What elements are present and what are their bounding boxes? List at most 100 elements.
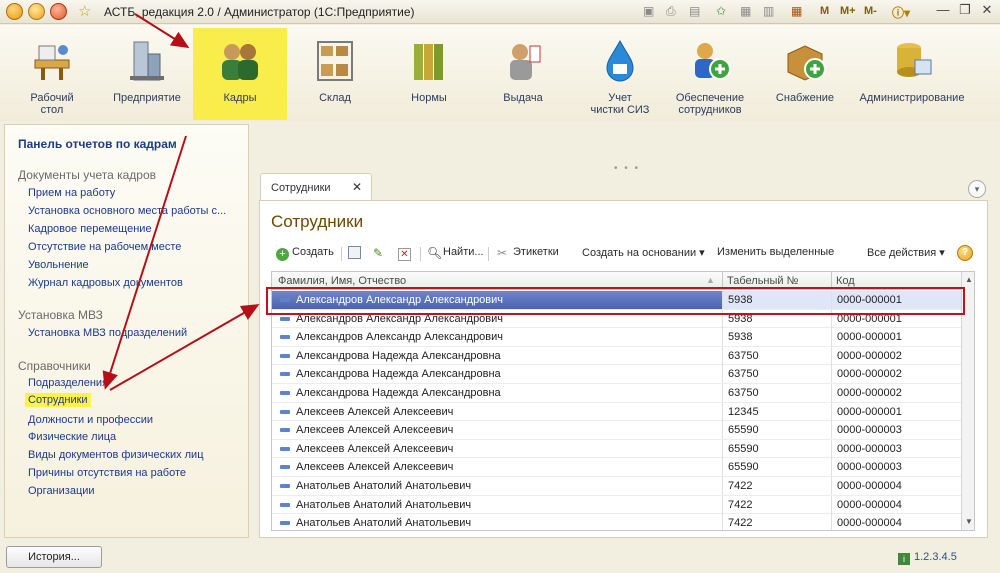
memory-m-button[interactable]: M bbox=[820, 5, 829, 17]
all-actions-button[interactable]: Все действия ▾ bbox=[867, 246, 945, 259]
link-hr-journal[interactable]: Журнал кадровых документов bbox=[28, 277, 183, 289]
link-positions[interactable]: Должности и профессии bbox=[28, 414, 153, 426]
calendar-icon[interactable]: ▦ bbox=[791, 4, 802, 18]
labels-button[interactable]: ✂ Этикетки bbox=[497, 246, 559, 260]
supply-staff-icon bbox=[695, 43, 731, 80]
link-dismissal[interactable]: Увольнение bbox=[28, 259, 89, 271]
section-enterprise[interactable]: Предприятие bbox=[108, 28, 186, 120]
link-absence[interactable]: Отсутствие на рабочем месте bbox=[28, 241, 181, 253]
cell-name: Александрова Надежда Александровна bbox=[296, 387, 501, 399]
table-row[interactable]: Александров Александр Александрович 5938 0… bbox=[272, 328, 961, 347]
title-bar: ☆ АСТБ, редакция 2.0 / Администратор (1С… bbox=[0, 0, 1000, 24]
employees-form: Сотрудники + Создать ✎ ✕ 🔍︎Найти... ✂ Этик… bbox=[259, 200, 988, 538]
row-item-icon bbox=[280, 446, 290, 451]
separator bbox=[488, 247, 489, 261]
find-label: Найти... bbox=[443, 246, 484, 258]
table-row[interactable]: Александрова Надежда Александровна 63750 0… bbox=[272, 384, 961, 403]
tab-close-icon[interactable]: ✕ bbox=[352, 180, 362, 194]
app-logo-icon[interactable] bbox=[6, 3, 23, 20]
cell-name: Александрова Надежда Александровна bbox=[296, 349, 501, 362]
section-norms[interactable]: Нормы bbox=[390, 28, 468, 120]
table-row[interactable]: Алексеев Алексей Алексеевич 12345 0000-000… bbox=[272, 402, 961, 422]
tab-employees[interactable]: Сотрудники ✕ bbox=[260, 173, 372, 201]
link-mvz-departments[interactable]: Установка МВЗ подразделений bbox=[28, 327, 187, 339]
section-admin[interactable]: Администрирование bbox=[856, 28, 968, 120]
memory-minus-button[interactable]: M- bbox=[864, 5, 877, 17]
calculator-icon[interactable]: ▥ bbox=[763, 4, 774, 18]
save-icon[interactable]: ▣ bbox=[643, 4, 654, 18]
help-icon[interactable]: ? bbox=[957, 245, 973, 261]
section-supply-staff[interactable]: Обеспечение сотрудников bbox=[670, 28, 750, 120]
preview-icon[interactable]: ▤ bbox=[689, 4, 700, 18]
table-row[interactable]: Алексеев Алексей Алексеевич 65590 0000-000… bbox=[272, 439, 961, 459]
table-row[interactable]: Анатольев Анатолий Анатольевич 7422 0000-0… bbox=[272, 495, 961, 515]
link-departments[interactable]: Подразделения bbox=[28, 377, 108, 389]
favorites-star-icon[interactable]: ☆ bbox=[78, 2, 91, 20]
section-issue[interactable]: Выдача bbox=[484, 28, 562, 120]
link-hiring[interactable]: Прием на работу bbox=[28, 187, 115, 199]
create-based-on-label: Создать на основании bbox=[582, 247, 697, 259]
collapse-chevron-icon[interactable]: ▾ bbox=[968, 180, 986, 198]
link-organizations[interactable]: Организации bbox=[28, 485, 95, 497]
create-based-on-button[interactable]: Создать на основании ▾ bbox=[582, 246, 705, 259]
cell-code: 0000-000004 bbox=[831, 514, 961, 530]
desktop-icon bbox=[34, 45, 70, 80]
panel-title: Панель отчетов по кадрам bbox=[18, 137, 177, 151]
section-warehouse[interactable]: Склад bbox=[296, 28, 374, 120]
section-desktop[interactable]: Рабочий стол bbox=[14, 28, 90, 120]
maximize-button[interactable]: ❐ bbox=[954, 2, 976, 20]
link-individuals[interactable]: Физические лица bbox=[28, 431, 116, 443]
group-title-mvz: Установка МВЗ bbox=[18, 308, 103, 322]
cell-tab-no: 65590 bbox=[722, 458, 831, 477]
link-employees[interactable]: Сотрудники bbox=[25, 393, 91, 407]
table-row[interactable]: Александрова Надежда Александровна 63750 0… bbox=[272, 346, 961, 366]
memory-plus-button[interactable]: M+ bbox=[840, 5, 856, 17]
create-button[interactable]: + Создать bbox=[276, 246, 334, 261]
link-id-doc-types[interactable]: Виды документов физических лиц bbox=[28, 449, 204, 461]
scroll-down-arrow-icon[interactable]: ▼ bbox=[965, 517, 973, 526]
separator bbox=[420, 247, 421, 261]
scroll-up-arrow-icon[interactable]: ▲ bbox=[965, 275, 973, 284]
table-row[interactable]: Алексеев Алексей Алексеевич 65590 0000-000… bbox=[272, 421, 961, 440]
main-menu-icon[interactable] bbox=[28, 3, 45, 20]
add-favorite-icon[interactable]: ✩ bbox=[716, 4, 726, 18]
column-header-tab-no[interactable]: Табельный № bbox=[727, 275, 798, 287]
edit-button[interactable]: ✎ bbox=[373, 246, 389, 260]
minimize-button[interactable]: — bbox=[932, 2, 954, 20]
splitter-handle[interactable]: • • • bbox=[614, 163, 640, 174]
warehouse-icon bbox=[317, 41, 353, 81]
cell-code: 0000-000003 bbox=[831, 421, 961, 440]
sort-asc-icon[interactable]: ▲ bbox=[706, 275, 715, 285]
section-label: Рабочий стол bbox=[30, 92, 74, 116]
find-button[interactable]: 🔍︎Найти... bbox=[427, 246, 484, 260]
table-row[interactable]: Анатольев Анатолий Анатольевич 7422 0000-0… bbox=[272, 477, 961, 496]
history-icon[interactable]: ▦ bbox=[740, 4, 751, 18]
section-label: Склад bbox=[319, 92, 351, 104]
section-procurement[interactable]: Снабжение bbox=[768, 28, 842, 120]
delete-button[interactable]: ✕ bbox=[398, 246, 414, 261]
change-selected-button[interactable]: Изменить выделенные bbox=[717, 246, 834, 258]
link-main-workplace[interactable]: Установка основного места работы с... bbox=[28, 205, 226, 217]
link-transfer[interactable]: Кадровое перемещение bbox=[28, 223, 152, 235]
link-absence-reasons[interactable]: Причины отсутствия на работе bbox=[28, 467, 186, 479]
version-label: i 1.2.3.4.5 bbox=[898, 551, 957, 565]
reports-panel: Панель отчетов по кадрам Документы учета… bbox=[4, 124, 249, 538]
print-icon[interactable]: ⎙ bbox=[666, 4, 676, 19]
cell-code: 0000-000002 bbox=[831, 365, 961, 384]
table-row[interactable]: Анатольев Анатолий Анатольевич 7422 0000-0… bbox=[272, 514, 961, 530]
section-cleaning[interactable]: Учет чистки СИЗ bbox=[577, 28, 663, 120]
column-header-name[interactable]: Фамилия, Имя, Отчество bbox=[278, 275, 406, 287]
table-row[interactable]: Алексеев Алексей Алексеевич 65590 0000-000… bbox=[272, 458, 961, 477]
row-item-icon bbox=[280, 502, 290, 507]
section-staff[interactable]: Кадры bbox=[193, 28, 287, 120]
close-window-button[interactable]: ✕ bbox=[976, 2, 998, 20]
info-icon[interactable]: ⓘ▾ bbox=[892, 4, 910, 21]
cell-tab-no: 63750 bbox=[722, 384, 831, 402]
row-item-icon bbox=[280, 353, 290, 358]
history-button[interactable]: История... bbox=[6, 546, 102, 568]
table-row[interactable]: Александрова Надежда Александровна 63750 0… bbox=[272, 365, 961, 384]
plus-circle-icon: + bbox=[276, 248, 289, 261]
copy-button[interactable] bbox=[348, 246, 364, 260]
column-header-code[interactable]: Код bbox=[836, 275, 855, 287]
navigation-icon[interactable] bbox=[50, 3, 67, 20]
